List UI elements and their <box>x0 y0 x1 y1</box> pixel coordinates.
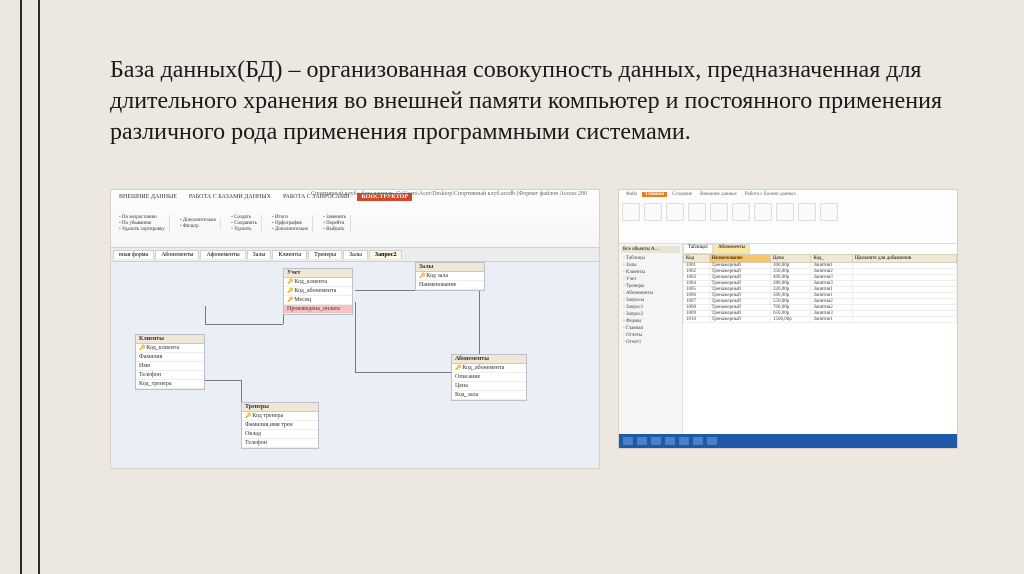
table-abonementy[interactable]: Абонементы Код_абонемента Описание Цена … <box>451 354 527 401</box>
ribbon-button[interactable] <box>644 203 662 221</box>
column-header[interactable]: Цена <box>770 254 810 262</box>
nav-item[interactable]: Отчет1 <box>621 339 680 346</box>
nav-item[interactable]: Тренеры <box>621 283 680 290</box>
object-tabs: Таблица1 Абонементы <box>683 244 957 254</box>
ribbon-buttons <box>619 200 957 224</box>
nav-header[interactable]: Все объекты A… <box>621 246 680 253</box>
ribbon-button[interactable] <box>798 203 816 221</box>
nav-item[interactable]: Запрос1 <box>621 304 680 311</box>
nav-item[interactable]: Запросы <box>621 297 680 304</box>
slide-content: База данных(БД) – организованная совокуп… <box>110 55 964 469</box>
tool-group: По возрастанию По убыванию Удалить сорти… <box>115 215 170 232</box>
table-row[interactable]: 1010Тренажерный1500,00рЗанятия1 <box>684 316 957 322</box>
tool-group: Создать Сохранить Удалить <box>227 215 262 232</box>
ribbon: Файл Главная Создание Внешние данные Раб… <box>619 190 957 244</box>
nav-item[interactable]: Залы <box>621 262 680 269</box>
taskbar-item[interactable] <box>693 437 703 445</box>
ribbon-button[interactable] <box>820 203 838 221</box>
ribbon-button[interactable] <box>622 203 640 221</box>
taskbar-item[interactable] <box>651 437 661 445</box>
relationship-line <box>355 302 356 372</box>
ribbon-button[interactable] <box>732 203 750 221</box>
ribbon-button[interactable] <box>688 203 706 221</box>
nav-item[interactable]: Абонементы <box>621 290 680 297</box>
datasheet[interactable]: Таблица1 Абонементы КодНаименованиеЦенаК… <box>683 244 957 434</box>
relationship-line <box>355 372 451 373</box>
nav-item[interactable]: Формы <box>621 318 680 325</box>
ribbon-tab[interactable]: РАБОТА С БАЗАМИ ДАННЫХ <box>185 193 275 201</box>
slide-side-border <box>20 0 40 574</box>
tool-group: Итоги Орфография Дополнительно <box>268 215 313 232</box>
table-uchet[interactable]: Учет Код_клиента Код_абонемента Месяц Пр… <box>283 268 353 315</box>
table-trenery[interactable]: Тренеры Код тренера Фамилия,имя трен Окл… <box>241 402 319 449</box>
navigation-pane[interactable]: Все объекты A… ТаблицыЗалыКлиентыУчетТре… <box>619 244 683 434</box>
access-datasheet-screenshot: Файл Главная Создание Внешние данные Раб… <box>618 189 958 449</box>
relationship-line <box>205 306 206 324</box>
column-header[interactable]: Код <box>684 254 710 262</box>
ribbon-tools: По возрастанию По убыванию Удалить сорти… <box>111 204 599 244</box>
ribbon-button[interactable] <box>710 203 728 221</box>
table-zaly[interactable]: Залы Код зала Наименование <box>415 262 485 291</box>
column-header[interactable]: Щелкните для добавления <box>852 254 956 262</box>
relationship-line <box>205 324 283 325</box>
ribbon-button[interactable] <box>776 203 794 221</box>
ribbon: Спортивный клуб : база данных- C:\Users\… <box>111 190 599 248</box>
relationship-line <box>479 280 480 360</box>
definition-text: База данных(БД) – организованная совокуп… <box>110 55 964 149</box>
tool-group: Дополнительно Фильтр <box>176 218 221 229</box>
column-header[interactable]: Код_ <box>811 254 852 262</box>
table-klienty[interactable]: Клиенты Код_клиента Фамилия Имя Телефон … <box>135 334 205 390</box>
screenshots-row: Спортивный клуб : база данных- C:\Users\… <box>110 189 964 469</box>
design-canvas[interactable]: Учет Код_клиента Код_абонемента Месяц Пр… <box>111 262 599 468</box>
ribbon-tabs: Файл Главная Создание Внешние данные Раб… <box>619 190 957 200</box>
data-grid[interactable]: КодНаименованиеЦенаКод_Щелкните для доба… <box>683 254 957 323</box>
nav-item[interactable]: Главная <box>621 325 680 332</box>
relationship-line <box>205 380 241 381</box>
nav-item[interactable]: Отчеты <box>621 332 680 339</box>
ribbon-button[interactable] <box>666 203 684 221</box>
tool-group: Заменить Перейти Выбрать <box>319 215 351 232</box>
nav-item[interactable]: Клиенты <box>621 269 680 276</box>
taskbar-item[interactable] <box>623 437 633 445</box>
taskbar-item[interactable] <box>665 437 675 445</box>
nav-item[interactable]: Учет <box>621 276 680 283</box>
column-header[interactable]: Наименование <box>709 254 770 262</box>
nav-item[interactable]: Запрос2 <box>621 311 680 318</box>
relationship-line <box>355 290 415 291</box>
ribbon-tab[interactable]: ВНЕШНИЕ ДАННЫЕ <box>115 193 181 201</box>
taskbar-item[interactable] <box>679 437 689 445</box>
body: Все объекты A… ТаблицыЗалыКлиентыУчетТре… <box>619 244 957 434</box>
taskbar-item[interactable] <box>637 437 647 445</box>
window-title: Спортивный клуб : база данных- C:\Users\… <box>311 191 587 197</box>
object-tabs: вная форма Абонементы Афонементы Залы Кл… <box>111 248 599 262</box>
taskbar <box>619 434 957 448</box>
nav-item[interactable]: Таблицы <box>621 255 680 262</box>
access-design-screenshot: Спортивный клуб : база данных- C:\Users\… <box>110 189 600 469</box>
ribbon-button[interactable] <box>754 203 772 221</box>
taskbar-item[interactable] <box>707 437 717 445</box>
